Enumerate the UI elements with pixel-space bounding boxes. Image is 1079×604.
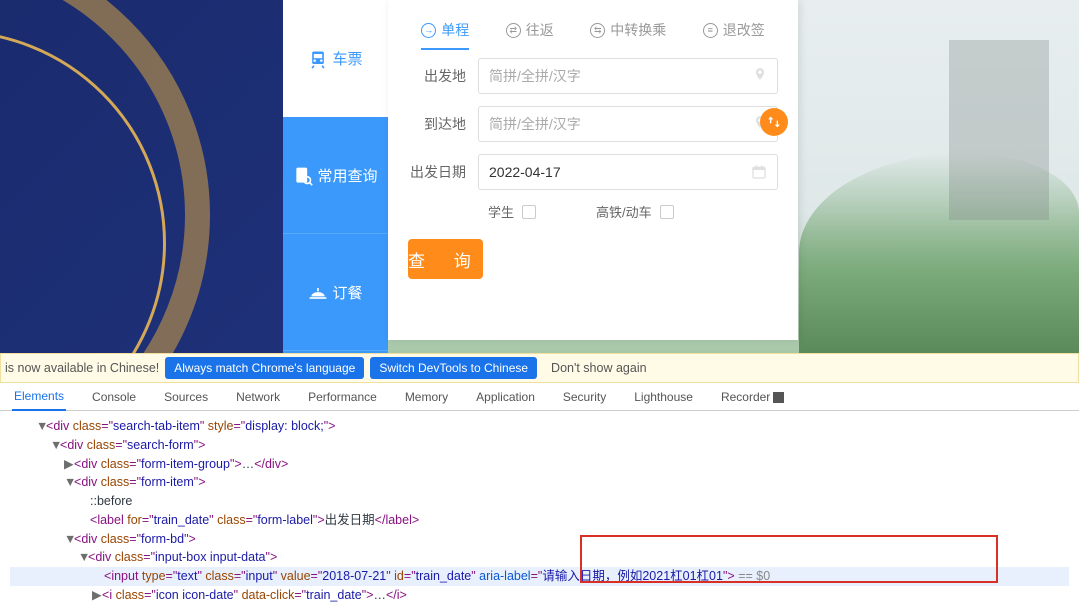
dt-tab-network[interactable]: Network [234,384,282,410]
checkbox-icon [522,205,536,219]
nav-ticket[interactable]: 车票 [283,0,388,117]
swap-button[interactable] [760,108,788,136]
tab-transfer[interactable]: ⇆ 中转换乘 [590,20,666,40]
student-check[interactable]: 学生 [488,202,536,221]
date-input[interactable] [489,164,751,180]
tab-roundtrip-label: 往返 [526,20,554,40]
date-label: 出发日期 [408,162,478,182]
location-icon [753,67,767,85]
dish-icon [308,283,328,301]
devtools-tabs: Elements Console Sources Network Perform… [0,383,1079,411]
dt-tab-performance[interactable]: Performance [306,384,379,410]
arrows-icon: ⇄ [506,23,521,38]
infobar-switch-btn[interactable]: Switch DevTools to Chinese [370,357,537,379]
to-input[interactable] [489,116,753,132]
devtools-infobar: is now available in Chinese! Always matc… [0,353,1079,383]
from-row: 出发地 [388,58,798,94]
from-input-box[interactable] [478,58,778,94]
left-nav: 车票 常用查询 订餐 [283,0,388,353]
dt-tab-security[interactable]: Security [561,384,608,410]
app-top-area: 车票 常用查询 订餐 → 单程 ⇄ 往返 ⇆ 中转换乘 ≡ 退改签 出发地 [0,0,1079,353]
tab-oneway[interactable]: → 单程 [421,20,469,40]
date-input-box[interactable] [478,154,778,190]
nav-queries-label: 常用查询 [317,165,377,186]
dt-tab-lighthouse[interactable]: Lighthouse [632,384,695,410]
refund-icon: ≡ [703,23,718,38]
infobar-match-btn[interactable]: Always match Chrome's language [165,357,364,379]
infobar-dismiss[interactable]: Don't show again [543,357,655,379]
dt-tab-console[interactable]: Console [90,384,138,410]
elements-source[interactable]: ▼<div class="search-tab-item" style="dis… [0,411,1079,602]
swap-icon [766,114,782,130]
student-label: 学生 [488,202,514,221]
highspeed-label: 高铁/动车 [596,202,652,221]
tab-roundtrip[interactable]: ⇄ 往返 [506,20,554,40]
infobar-text: is now available in Chinese! [5,361,159,375]
clipboard-search-icon [293,166,313,184]
to-row: 到达地 [388,106,798,142]
nav-ticket-label: 车票 [332,48,362,69]
preview-badge-icon [773,392,784,403]
search-panel: → 单程 ⇄ 往返 ⇆ 中转换乘 ≡ 退改签 出发地 到达地 出发日期 [388,0,798,340]
dt-tab-recorder[interactable]: Recorder [719,384,786,410]
to-label: 到达地 [408,114,478,134]
dt-tab-application[interactable]: Application [474,384,537,410]
date-row: 出发日期 [388,154,798,190]
arrow-right-icon: → [421,23,436,38]
checkbox-row: 学生 高铁/动车 [388,202,798,221]
dt-tab-memory[interactable]: Memory [403,384,450,410]
transfer-icon: ⇆ [590,23,605,38]
query-button[interactable]: 查 询 [408,239,483,279]
to-input-box[interactable] [478,106,778,142]
checkbox-icon [660,205,674,219]
tab-transfer-label: 中转换乘 [610,20,666,40]
from-input[interactable] [489,68,753,84]
tab-oneway-label: 单程 [441,20,469,40]
train-icon [308,49,328,67]
calendar-icon [751,164,767,180]
dt-tab-sources[interactable]: Sources [162,384,210,410]
from-label: 出发地 [408,66,478,86]
highspeed-check[interactable]: 高铁/动车 [596,202,674,221]
dt-tab-elements[interactable]: Elements [12,383,66,411]
background-left [0,0,283,353]
tab-refund[interactable]: ≡ 退改签 [703,20,765,40]
trip-tabs: → 单程 ⇄ 往返 ⇆ 中转换乘 ≡ 退改签 [388,20,798,58]
nav-queries[interactable]: 常用查询 [283,117,388,234]
dt-tab-recorder-label: Recorder [721,390,770,404]
tab-refund-label: 退改签 [723,20,765,40]
nav-meal[interactable]: 订餐 [283,234,388,351]
nav-meal-label: 订餐 [332,282,362,303]
